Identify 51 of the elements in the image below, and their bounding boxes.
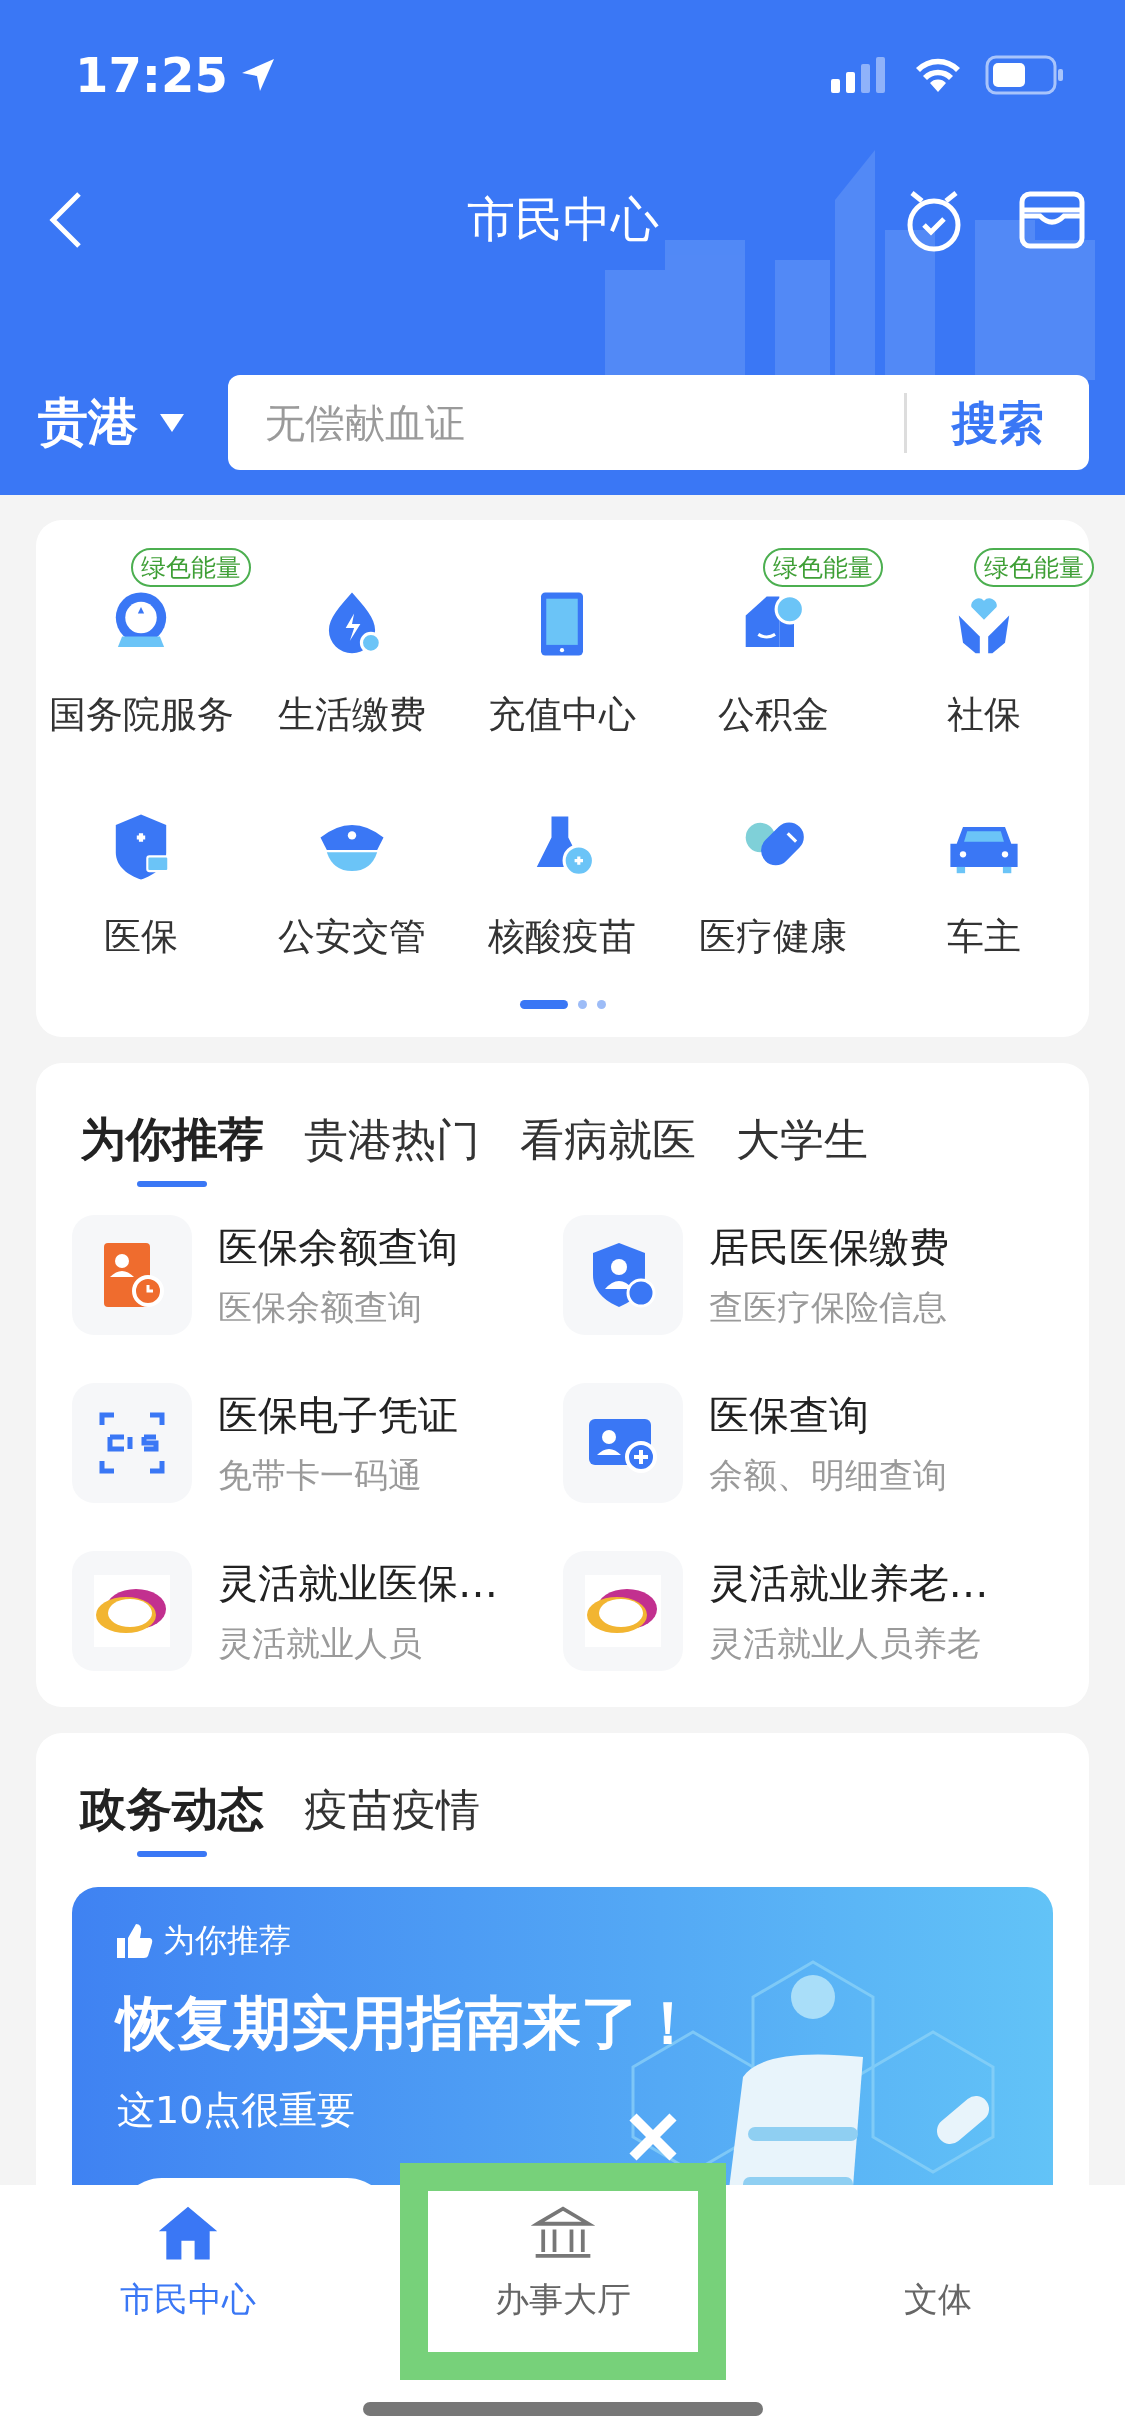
service-label[interactable]: 医保 [104, 912, 179, 962]
service-subtitle: 查医疗保险信息 [708, 1285, 948, 1329]
service-subtitle: 灵活就业人员养老 [708, 1621, 982, 1665]
page-title: 市民中心 [466, 190, 659, 249]
service-subtitle: 免带卡一码通 [218, 1453, 423, 1497]
dropdown-caret-icon [160, 413, 184, 432]
tab-bar-item[interactable]: 市民中心 [0, 2195, 375, 2436]
service-label[interactable]: 公安交管 [277, 912, 426, 962]
service-label[interactable]: 公积金 [717, 690, 829, 740]
service-tile[interactable] [562, 1215, 683, 1335]
service-label[interactable]: 核酸疫苗 [488, 912, 637, 962]
service-label[interactable]: 社保 [946, 690, 1021, 740]
service-label[interactable]: 车主 [946, 912, 1021, 962]
service-tile[interactable] [72, 1383, 192, 1503]
service-title[interactable]: 医保电子凭证 [218, 1387, 458, 1443]
service-tile[interactable] [72, 1215, 192, 1335]
clock: 17:25 [75, 47, 228, 103]
service-label[interactable]: 国务院服务 [48, 690, 234, 740]
service-title[interactable]: 灵活就业医保… [218, 1555, 498, 1611]
category-tab[interactable]: 疫苗疫情 [304, 1779, 480, 1867]
service-tile[interactable] [562, 1551, 683, 1671]
category-tab[interactable]: 大学生 [736, 1109, 868, 1197]
battery-icon [985, 55, 1065, 95]
service-tile[interactable] [72, 1551, 192, 1671]
wallet-icon[interactable] [1019, 190, 1085, 250]
energy-badge: 绿色能量 [763, 548, 884, 587]
category-tab[interactable]: 为你推荐 [80, 1109, 264, 1197]
service-subtitle: 灵活就业人员 [218, 1621, 423, 1665]
search-button[interactable]: 搜索 [904, 392, 1089, 453]
energy-badge: 绿色能量 [131, 548, 252, 587]
category-tab[interactable]: 贵港热门 [304, 1109, 480, 1197]
service-label[interactable]: 充值中心 [488, 690, 637, 740]
category-tab[interactable]: 看病就医 [520, 1109, 696, 1197]
service-title[interactable]: 医保余额查询 [218, 1219, 458, 1275]
banner-tag: 为你推荐 [163, 1919, 291, 1963]
tab-bar-item[interactable]: 文体 [750, 2195, 1125, 2436]
service-label[interactable]: 医疗健康 [699, 912, 848, 962]
city-selector[interactable]: 贵港 [38, 389, 228, 456]
service-tile[interactable] [562, 1383, 683, 1503]
tab-bar-item[interactable]: 办事大厅 [375, 2195, 750, 2436]
service-label[interactable]: 生活缴费 [277, 690, 426, 740]
banner-subtitle: 这10点很重要 [117, 2087, 357, 2134]
thumbs-up-icon [117, 1924, 153, 1958]
search-field[interactable]: 无偿献血证 搜索 [228, 375, 1089, 470]
service-subtitle: 医保余额查询 [218, 1285, 423, 1329]
service-subtitle: 余额、明细查询 [708, 1453, 947, 1497]
energy-badge: 绿色能量 [973, 548, 1094, 587]
category-tab[interactable]: 政务动态 [80, 1779, 264, 1867]
service-title[interactable]: 医保查询 [708, 1387, 947, 1443]
service-title[interactable]: 居民医保缴费 [708, 1219, 949, 1275]
service-title[interactable]: 灵活就业养老… [708, 1555, 989, 1611]
